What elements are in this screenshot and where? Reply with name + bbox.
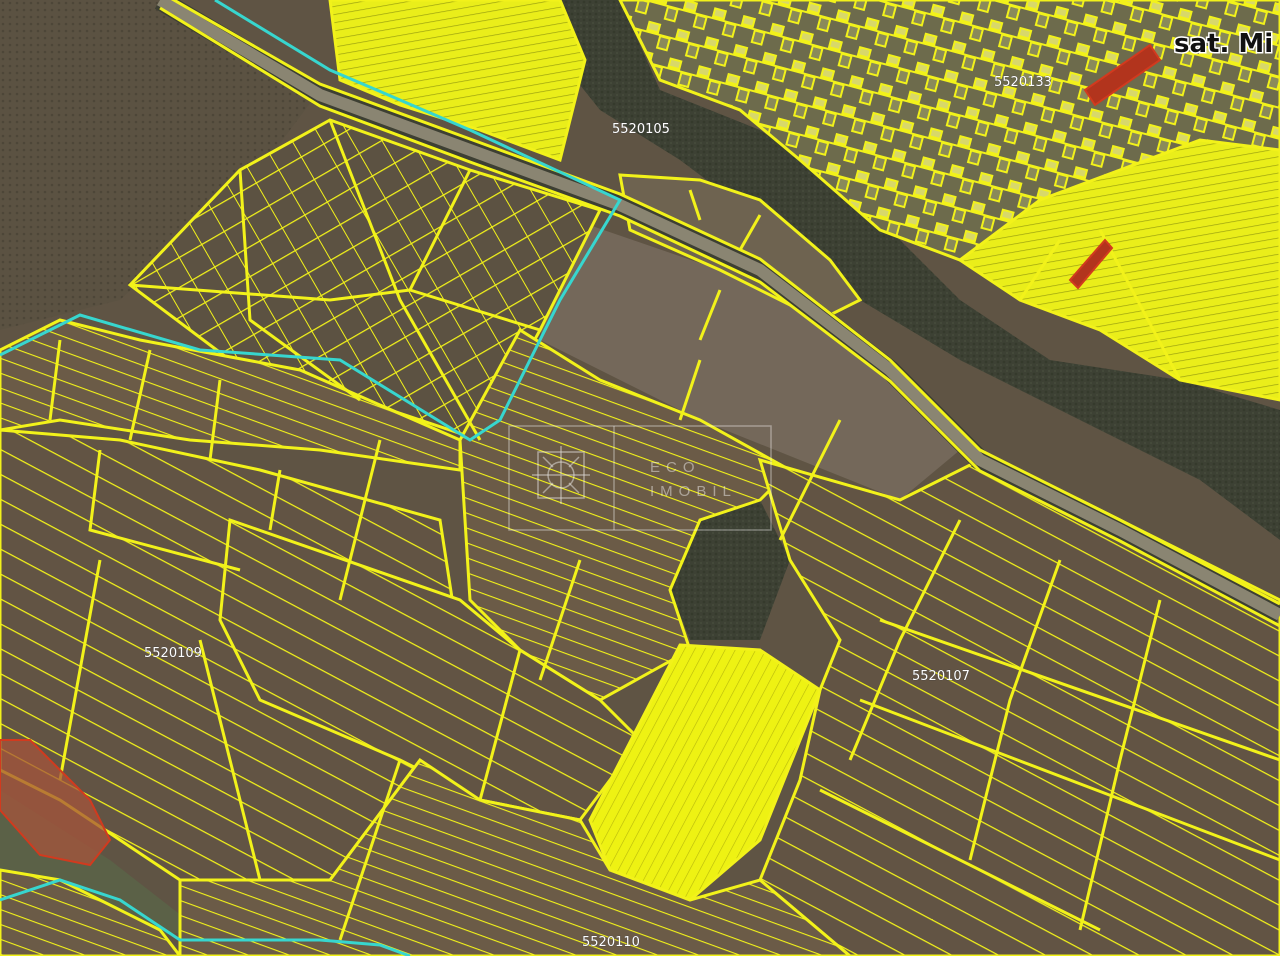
- map-canvas[interactable]: 5520105 5520133 5520109 5520107 5520110 …: [0, 0, 1280, 956]
- cadastral-label-north: 5520105: [612, 122, 670, 137]
- cadastral-label-east: 5520107: [912, 669, 970, 684]
- cadastral-label-west: 5520109: [144, 646, 202, 661]
- cadastral-label-south: 5520110: [582, 935, 640, 950]
- cadastral-label-village: 5520133: [994, 75, 1052, 90]
- village-name-label: sat. Mi: [1174, 29, 1273, 59]
- watermark-line-2: IMOBIL: [650, 483, 737, 500]
- watermark-line-1: ECO: [650, 459, 701, 476]
- cadastral-map[interactable]: 5520105 5520133 5520109 5520107 5520110 …: [0, 0, 1280, 956]
